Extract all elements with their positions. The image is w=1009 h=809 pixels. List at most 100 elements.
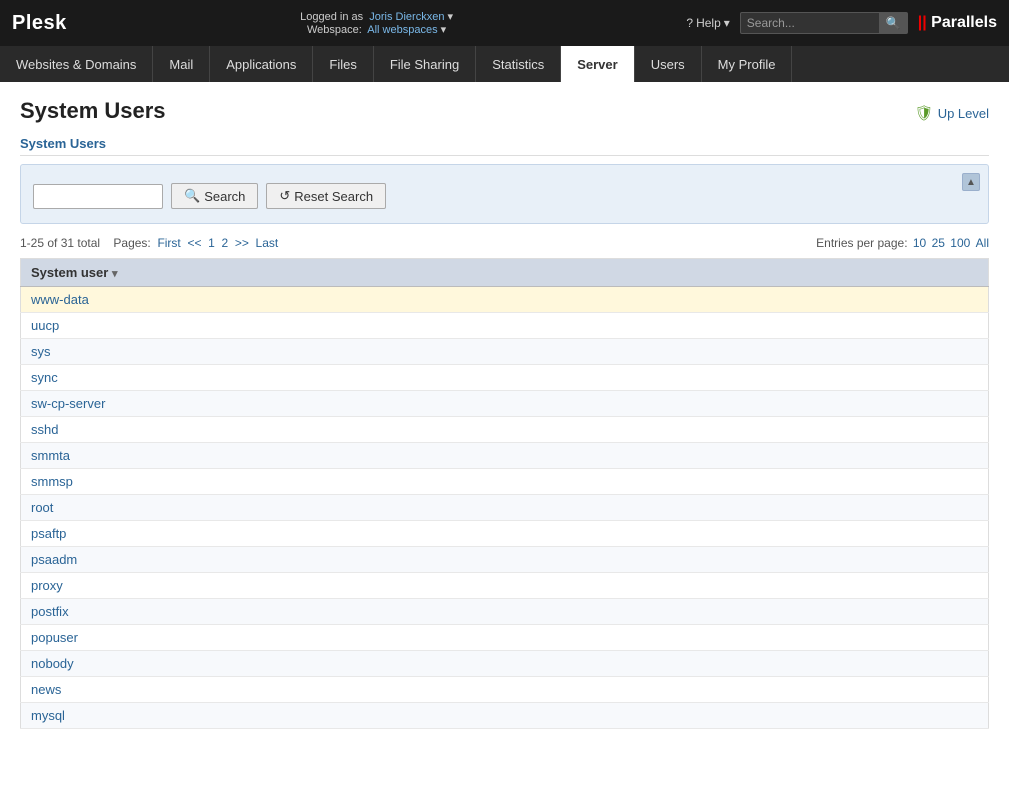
table-row: sw-cp-server [21, 391, 989, 417]
page1-link[interactable]: 1 [208, 236, 215, 250]
column-header-label: System user [31, 265, 108, 280]
user-link[interactable]: sw-cp-server [31, 396, 105, 411]
reset-icon: ↺ [279, 188, 290, 204]
user-link[interactable]: uucp [31, 318, 59, 333]
search-filter-input[interactable] [33, 184, 163, 209]
dropdown-arrow: ▾ [448, 11, 454, 23]
user-cell: psaadm [21, 547, 989, 573]
nav-item-server[interactable]: Server [561, 46, 634, 82]
filter-panel: ▲ 🔍 Search ↺ Reset Search [20, 164, 989, 224]
page-header: System Users 🛡 Up Level [20, 98, 989, 124]
webspace-label: Webspace: [307, 24, 362, 36]
user-link[interactable]: postfix [31, 604, 69, 619]
nav-item-mail[interactable]: Mail [153, 46, 210, 82]
nav-item-files[interactable]: Files [313, 46, 373, 82]
webspace-dropdown-arrow: ▾ [441, 24, 447, 36]
topbar-right: ? Help ▾ 🔍 || Parallels [686, 12, 997, 34]
user-link[interactable]: popuser [31, 630, 78, 645]
up-level-link[interactable]: 🛡 Up Level [915, 104, 989, 122]
reset-search-button[interactable]: ↺ Reset Search [266, 183, 386, 209]
user-link[interactable]: proxy [31, 578, 63, 593]
up-level-label: Up Level [938, 106, 989, 121]
table-row: sshd [21, 417, 989, 443]
entries-10-link[interactable]: 10 [913, 236, 926, 250]
page2-link[interactable]: 2 [221, 236, 228, 250]
user-cell: smmta [21, 443, 989, 469]
nav-item-statistics[interactable]: Statistics [476, 46, 561, 82]
search-filter-label: Search [204, 189, 245, 204]
user-cell: mysql [21, 703, 989, 729]
user-cell: uucp [21, 313, 989, 339]
user-link[interactable]: sys [31, 344, 51, 359]
nav-item-users[interactable]: Users [635, 46, 702, 82]
global-search-button[interactable]: 🔍 [880, 12, 908, 34]
user-link[interactable]: psaftp [31, 526, 66, 541]
username-link[interactable]: Joris Dierckxen [369, 11, 444, 23]
user-table-body: www-data uucp sys sync sw-cp-server sshd smmta… [21, 287, 989, 729]
table-row: uucp [21, 313, 989, 339]
user-link[interactable]: sshd [31, 422, 58, 437]
first-page-link[interactable]: First [157, 236, 180, 250]
table-row: popuser [21, 625, 989, 651]
entries-25-link[interactable]: 25 [932, 236, 945, 250]
nav-item-websites-domains[interactable]: Websites & Domains [0, 46, 153, 82]
user-link[interactable]: news [31, 682, 61, 697]
user-cell: smmsp [21, 469, 989, 495]
table-row: psaftp [21, 521, 989, 547]
question-icon: ? [686, 16, 693, 30]
user-cell: sys [21, 339, 989, 365]
user-cell: postfix [21, 599, 989, 625]
user-cell: nobody [21, 651, 989, 677]
column-header-system-user[interactable]: System user ▾ [21, 259, 989, 287]
help-dropdown-arrow: ▾ [724, 16, 730, 30]
reset-search-label: Reset Search [294, 189, 373, 204]
pagination-bar: 1-25 of 31 total Pages: First << 1 2 >> … [20, 236, 989, 250]
pages-label: Pages: [113, 236, 150, 250]
table-row: postfix [21, 599, 989, 625]
table-row: www-data [21, 287, 989, 313]
navigation: Websites & Domains Mail Applications Fil… [0, 46, 1009, 82]
table-row: smmta [21, 443, 989, 469]
help-button[interactable]: ? Help ▾ [686, 16, 729, 30]
user-cell: popuser [21, 625, 989, 651]
user-cell: root [21, 495, 989, 521]
nav-item-file-sharing[interactable]: File Sharing [374, 46, 476, 82]
user-cell: www-data [21, 287, 989, 313]
logged-in-label: Logged in as [300, 11, 363, 23]
system-users-table: System user ▾ www-data uucp sys sync sw-cp-s… [20, 258, 989, 729]
nav-item-my-profile[interactable]: My Profile [702, 46, 793, 82]
table-row: sys [21, 339, 989, 365]
table-row: smmsp [21, 469, 989, 495]
user-link[interactable]: www-data [31, 292, 89, 307]
user-cell: proxy [21, 573, 989, 599]
plesk-logo: Plesk [12, 12, 67, 35]
user-link[interactable]: nobody [31, 656, 74, 671]
filter-collapse-button[interactable]: ▲ [962, 173, 980, 191]
user-link[interactable]: mysql [31, 708, 65, 723]
range-text: 1-25 of 31 total [20, 236, 100, 250]
prev-page-link[interactable]: << [187, 236, 201, 250]
last-page-link[interactable]: Last [256, 236, 279, 250]
user-link[interactable]: smmta [31, 448, 70, 463]
user-link[interactable]: smmsp [31, 474, 73, 489]
user-cell: sync [21, 365, 989, 391]
search-filter-button[interactable]: 🔍 Search [171, 183, 258, 209]
user-link[interactable]: root [31, 500, 53, 515]
user-link[interactable]: psaadm [31, 552, 77, 567]
entries-all-link[interactable]: All [976, 236, 989, 250]
help-label: Help [696, 16, 721, 30]
webspace-link[interactable]: All webspaces [367, 24, 437, 36]
parallels-logo: || Parallels [918, 14, 997, 32]
entries-100-link[interactable]: 100 [950, 236, 970, 250]
global-search-input[interactable] [740, 12, 880, 34]
table-row: proxy [21, 573, 989, 599]
next-page-link[interactable]: >> [235, 236, 249, 250]
user-cell: psaftp [21, 521, 989, 547]
topbar: Plesk Logged in as Joris Dierckxen ▾ Web… [0, 0, 1009, 46]
pagination-range: 1-25 of 31 total Pages: First << 1 2 >> … [20, 236, 278, 250]
user-link[interactable]: sync [31, 370, 58, 385]
entries-per-page: Entries per page: 10 25 100 All [816, 236, 989, 250]
page-title: System Users [20, 98, 166, 124]
nav-item-applications[interactable]: Applications [210, 46, 313, 82]
user-cell: sshd [21, 417, 989, 443]
